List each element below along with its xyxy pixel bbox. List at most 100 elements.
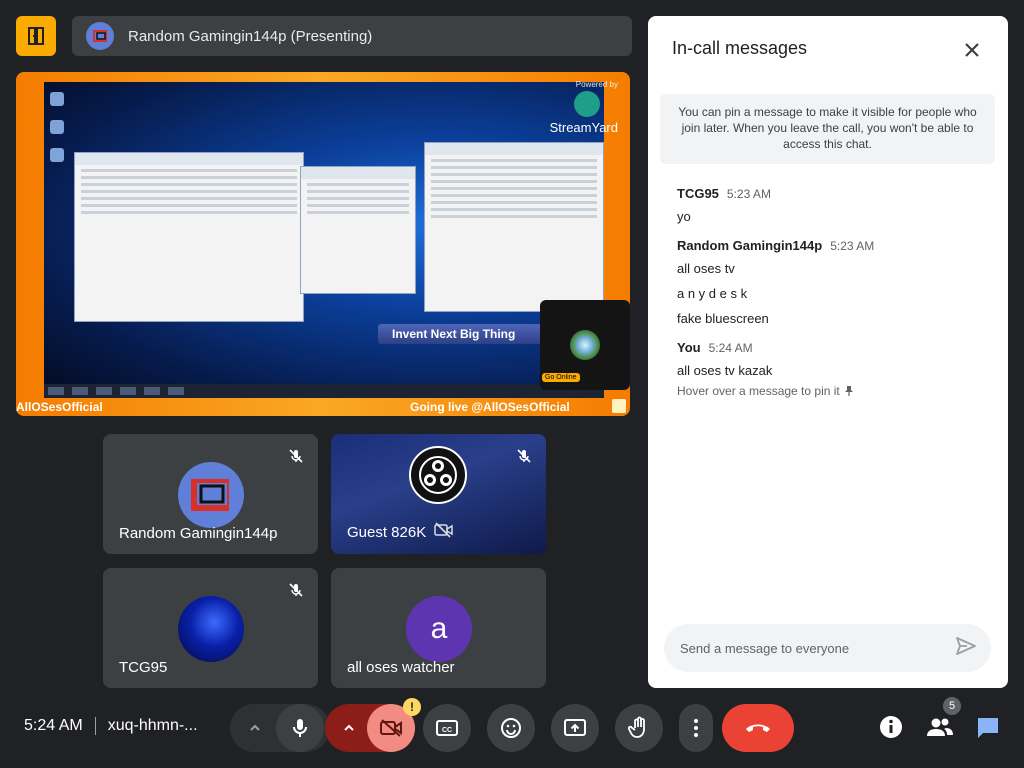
video-options-button[interactable] — [337, 721, 361, 735]
participant-name-text: Guest 826K — [347, 523, 427, 541]
people-icon — [927, 718, 953, 736]
meeting-details-icon[interactable] — [16, 16, 56, 56]
mic-off-icon — [288, 582, 304, 603]
divider — [94, 717, 96, 735]
closed-captions-icon: CC — [436, 720, 458, 736]
pin-hint-text: Hover over a message to pin it — [677, 384, 840, 398]
participant-name-text: TCG95 — [119, 659, 168, 676]
message-text[interactable]: all oses tv — [677, 261, 987, 276]
participant-name-text: all oses watcher — [347, 659, 455, 676]
message-text[interactable]: all oses tv kazak — [677, 363, 987, 378]
participant-tile[interactable]: Random Gamingin144p — [103, 434, 318, 554]
audio-control-group — [230, 704, 330, 752]
clock-time: 5:24 AM — [24, 717, 83, 734]
participant-avatar — [178, 462, 244, 528]
desktop-taskbar — [44, 384, 604, 398]
microphone-icon — [293, 719, 307, 737]
present-now-button[interactable] — [551, 704, 599, 752]
participant-name-text: Random Gamingin144p — [119, 525, 278, 542]
close-panel-button[interactable] — [960, 38, 984, 62]
shared-desktop — [44, 82, 604, 398]
mic-off-icon — [516, 448, 532, 469]
microphone-button[interactable] — [276, 704, 324, 752]
participant-avatar: a — [406, 596, 472, 662]
message-time: 5:23 AM — [830, 239, 875, 253]
stream-footer: AllOSesOfficial Going live @AllOSesOffic… — [16, 398, 630, 416]
disc-icon — [570, 330, 600, 360]
message-time: 5:23 AM — [726, 187, 771, 201]
desktop-icons — [48, 86, 70, 176]
close-icon — [965, 43, 979, 57]
participant-tile[interactable]: a all oses watcher — [331, 568, 546, 688]
message-input[interactable]: Send a message to everyone — [664, 624, 991, 672]
message-sender: TCG95 — [677, 186, 719, 201]
message-input-placeholder: Send a message to everyone — [680, 640, 850, 656]
participant-name: Guest 826K — [347, 522, 454, 542]
video-control-group: ! — [325, 698, 421, 752]
pin-icon — [844, 386, 853, 396]
camera-off-icon — [380, 719, 402, 737]
meeting-info: 5:24 AM xuq-hhmn-... — [24, 717, 198, 735]
message-list: TCG95 5:23 AM yo Random Gamingin144p 5:23 … — [677, 186, 987, 412]
send-icon — [956, 637, 976, 655]
camera-off-icon — [434, 522, 454, 542]
send-button[interactable] — [955, 636, 977, 659]
message-time: 5:24 AM — [708, 341, 753, 355]
emoji-icon — [501, 718, 521, 738]
streamyard-brand: StreamYard — [549, 120, 618, 135]
obs-logo-icon — [409, 446, 467, 504]
message-group: You 5:24 AM all oses tv kazak Hover over … — [677, 340, 987, 398]
participant-count-badge: 5 — [943, 697, 961, 715]
powered-by-label: Powered by — [575, 80, 618, 89]
presenter-name: Random Gamingin144p (Presenting) — [128, 27, 373, 45]
task-manager-window — [424, 142, 604, 312]
message-sender: Random Gamingin144p — [677, 238, 823, 253]
presenter-avatar — [86, 22, 114, 50]
hang-up-icon — [746, 724, 770, 732]
meeting-code: xuq-hhmn-... — [107, 717, 198, 734]
footer-channel: AllOSesOfficial — [16, 400, 103, 414]
chevron-up-icon — [250, 724, 260, 731]
streamyard-watermark: Powered by StreamYard — [550, 80, 618, 135]
participant-name: all oses watcher — [347, 659, 455, 676]
chevron-up-icon — [344, 724, 354, 731]
participant-tile[interactable]: Guest 826K — [331, 434, 546, 554]
presentation-screen[interactable]: Powered by StreamYard Invent Next Big Th… — [16, 72, 630, 416]
camera-button[interactable]: ! — [367, 698, 421, 752]
more-options-button[interactable] — [679, 704, 713, 752]
meeting-info-button[interactable] — [878, 714, 906, 742]
streamyard-logo-icon — [574, 91, 600, 117]
info-icon — [880, 716, 902, 738]
dialog-window — [300, 166, 416, 294]
captions-button[interactable]: CC — [423, 704, 471, 752]
raise-hand-button[interactable] — [615, 704, 663, 752]
avatar-letter: a — [430, 612, 448, 645]
message-sender: You — [677, 340, 701, 355]
more-vertical-icon — [694, 719, 698, 737]
message-text[interactable]: a n y d e s k — [677, 286, 987, 301]
mic-off-icon — [288, 448, 304, 469]
message-text[interactable]: fake bluescreen — [677, 311, 987, 326]
message-group: Random Gamingin144p 5:23 AM all oses tv a… — [677, 238, 987, 326]
audio-options-button[interactable] — [236, 721, 274, 735]
chat-icon — [978, 718, 998, 738]
leave-call-button[interactable] — [722, 704, 794, 752]
hand-icon — [628, 716, 645, 738]
participant-avatar — [178, 596, 244, 662]
people-button[interactable] — [926, 716, 954, 740]
pin-notice: You can pin a message to make it visible… — [660, 94, 995, 164]
chat-panel: In-call messages You can pin a message t… — [648, 16, 1008, 688]
participant-tile[interactable]: TCG95 — [103, 568, 318, 688]
footer-logo-icon — [612, 399, 626, 413]
message-text[interactable]: yo — [677, 209, 987, 224]
warning-badge: ! — [403, 698, 421, 716]
explorer-window — [74, 152, 304, 322]
pin-hint: Hover over a message to pin it — [677, 384, 987, 398]
svg-text:CC: CC — [442, 727, 452, 734]
live-badge: Go Online — [542, 373, 580, 382]
participant-name: Random Gamingin144p — [119, 525, 277, 542]
presenter-banner: Random Gamingin144p (Presenting) — [72, 16, 632, 56]
reactions-button[interactable] — [487, 704, 535, 752]
chat-button[interactable] — [976, 716, 1002, 742]
participant-name: TCG95 — [119, 659, 167, 676]
